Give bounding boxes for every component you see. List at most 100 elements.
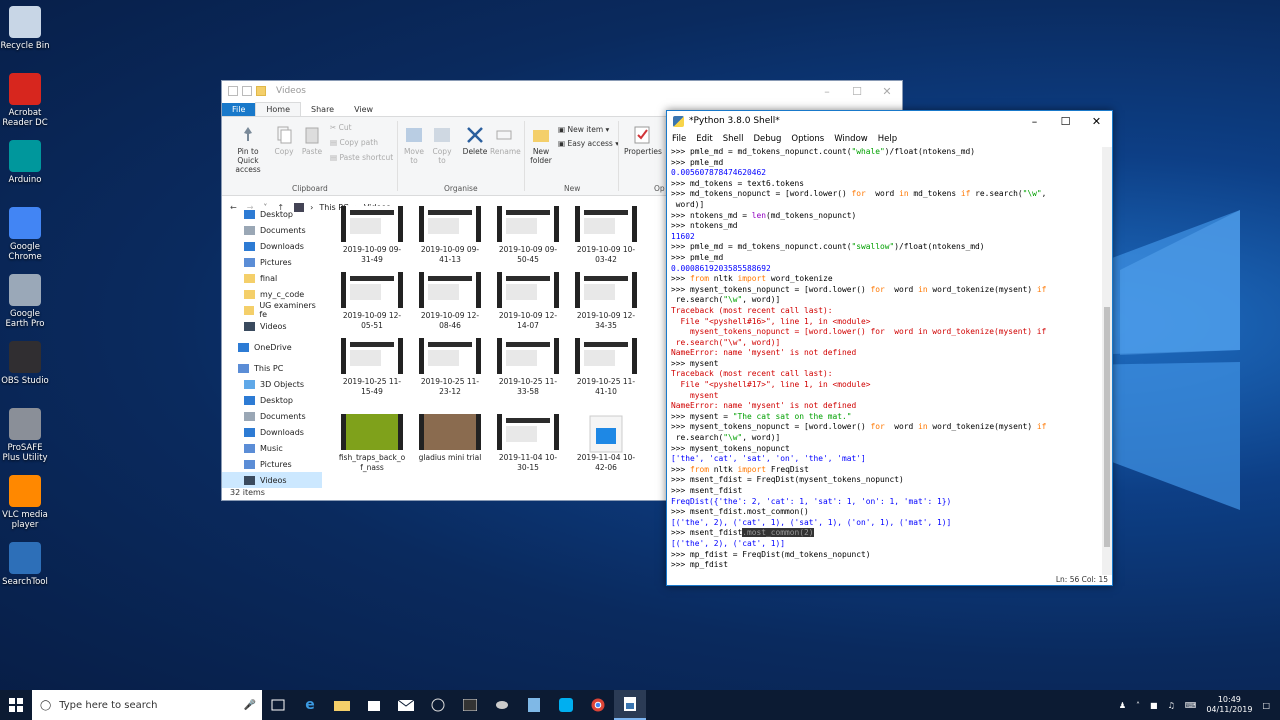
copy-to-button[interactable]: Copy to [430,125,454,165]
paste-button[interactable]: Paste [300,125,324,156]
copy-button[interactable]: Copy [272,125,296,156]
file-item[interactable]: gladius mini trial [415,414,485,463]
file-explorer-taskbar-icon[interactable] [326,690,358,720]
chrome-taskbar-icon[interactable] [582,690,614,720]
copy-path-button[interactable]: ▤ Copy path [330,135,393,150]
easy-access-button[interactable]: ▣ Easy access ▾ [558,137,619,151]
skype-icon[interactable] [550,690,582,720]
task-view-icon[interactable] [262,690,294,720]
volume-icon[interactable]: ♫ [1168,701,1175,710]
nav-item[interactable]: Videos [222,318,322,334]
nav-item[interactable]: Videos [222,472,322,488]
keyboard-icon[interactable]: ⌨ [1185,701,1197,710]
minimize-button[interactable]: – [1019,111,1050,131]
tab-share[interactable]: Share [301,103,344,116]
nav-item[interactable]: final [222,270,322,286]
file-item[interactable]: 2019-10-09 12-34-35 [571,272,641,331]
menu-item-edit[interactable]: Edit [696,134,712,144]
nav-item[interactable]: Music [222,440,322,456]
desktop-icon[interactable]: Recycle Bin [0,6,50,51]
nav-item[interactable]: Documents [222,222,322,238]
desktop-icon[interactable]: Google Chrome [0,207,50,262]
taskbar-search-box[interactable]: ◯ Type here to search 🎤 [32,690,262,720]
clock[interactable]: 10:49 04/11/2019 [1206,695,1252,715]
menu-item-file[interactable]: File [672,134,686,144]
properties-quick-icon[interactable] [242,86,252,96]
tab-view[interactable]: View [344,103,383,116]
menu-item-options[interactable]: Options [791,134,824,144]
nav-item[interactable]: OneDrive [222,339,322,355]
scrollbar-thumb[interactable] [1104,307,1110,547]
nav-item[interactable]: Pictures [222,254,322,270]
desktop-icon[interactable]: Arduino [0,140,50,185]
obs-taskbar-icon[interactable] [422,690,454,720]
menu-item-debug[interactable]: Debug [753,134,781,144]
rename-button[interactable]: Rename [490,125,521,156]
python-idle-taskbar-icon[interactable] [614,690,646,720]
file-item[interactable]: 2019-11-04 10-42-06 [571,414,641,473]
minimize-button[interactable]: – [812,81,842,101]
menu-item-shell[interactable]: Shell [723,134,744,144]
desktop-icon[interactable]: VLC media player [0,475,50,530]
pin-to-quick-access-button[interactable]: Pin to Quick access [226,125,270,174]
new-item-button[interactable]: ▣ New item ▾ [558,123,619,137]
file-item[interactable]: 2019-10-09 12-05-51 [337,272,407,331]
tab-file[interactable]: File [222,103,256,116]
show-hidden-icons-icon[interactable]: ˄ [1136,701,1140,710]
file-item[interactable]: 2019-10-09 09-41-13 [415,206,485,265]
new-folder-button[interactable]: New folder [528,125,554,165]
nav-item[interactable]: Downloads [222,238,322,254]
nav-item[interactable]: UG examiners fe [222,301,322,319]
nav-item[interactable]: Pictures [222,456,322,472]
menu-item-help[interactable]: Help [878,134,897,144]
snipping-tool-icon[interactable] [486,690,518,720]
nav-item[interactable]: Desktop [222,392,322,408]
terminal-icon[interactable] [454,690,486,720]
desktop-icon[interactable]: Acrobat Reader DC [0,73,50,128]
desktop-icon[interactable]: ProSAFE Plus Utility [0,408,50,463]
file-item[interactable]: 2019-10-25 11-41-10 [571,338,641,397]
store-icon[interactable] [358,690,390,720]
notifications-icon[interactable]: □ [1262,701,1270,710]
cut-button[interactable]: ✂ Cut [330,120,393,135]
tab-home[interactable]: Home [255,102,302,116]
properties-button[interactable]: Properties [624,125,662,156]
file-item[interactable]: 2019-10-25 11-23-12 [415,338,485,397]
file-item[interactable]: 2019-10-09 09-50-45 [493,206,563,265]
network-icon[interactable]: ■ [1150,701,1158,710]
python-shell-window[interactable]: *Python 3.8.0 Shell* – ☐ ✕ File Edit Shell… [666,110,1113,586]
move-to-button[interactable]: Move to [402,125,426,165]
close-button[interactable]: ✕ [1081,111,1112,131]
folder-quick-icon[interactable] [256,86,266,96]
paste-shortcut-button[interactable]: ▤ Paste shortcut [330,150,393,165]
menu-item-window[interactable]: Window [834,134,868,144]
nav-item[interactable]: This PC [222,360,322,376]
shell-titlebar[interactable]: *Python 3.8.0 Shell* – ☐ ✕ [667,111,1112,131]
file-item[interactable]: 2019-11-04 10-30-15 [493,414,563,473]
close-button[interactable]: ✕ [872,81,902,101]
vertical-scrollbar[interactable] [1102,147,1112,575]
maximize-button[interactable]: ☐ [842,81,872,101]
explorer-titlebar[interactable]: Videos – ☐ ✕ [222,81,902,101]
mail-icon[interactable] [390,690,422,720]
file-item[interactable]: 2019-10-09 10-03-42 [571,206,641,265]
nav-item[interactable]: Downloads [222,424,322,440]
delete-button[interactable]: Delete [462,125,488,156]
nav-item[interactable]: Desktop [222,206,322,222]
nav-item[interactable]: Documents [222,408,322,424]
file-item[interactable]: fish_traps_back_o f_nass [337,414,407,473]
desktop-icon[interactable]: OBS Studio [0,341,50,386]
nav-item[interactable]: my_c_code [222,286,322,302]
shell-output[interactable]: >>> pmle_md = md_tokens_nopunct.count("w… [671,147,1099,575]
people-icon[interactable]: ♟ [1119,701,1126,710]
start-button[interactable] [0,690,32,720]
microphone-icon[interactable]: 🎤 [244,700,256,711]
file-item[interactable]: 2019-10-09 12-14-07 [493,272,563,331]
file-item[interactable]: 2019-10-09 09-31-49 [337,206,407,265]
nav-item[interactable]: 3D Objects [222,376,322,392]
desktop-icon[interactable]: SearchTool [0,542,50,587]
file-item[interactable]: 2019-10-09 12-08-46 [415,272,485,331]
app-taskbar-icon[interactable] [518,690,550,720]
file-item[interactable]: 2019-10-25 11-15-49 [337,338,407,397]
desktop-icon[interactable]: Google Earth Pro [0,274,50,329]
